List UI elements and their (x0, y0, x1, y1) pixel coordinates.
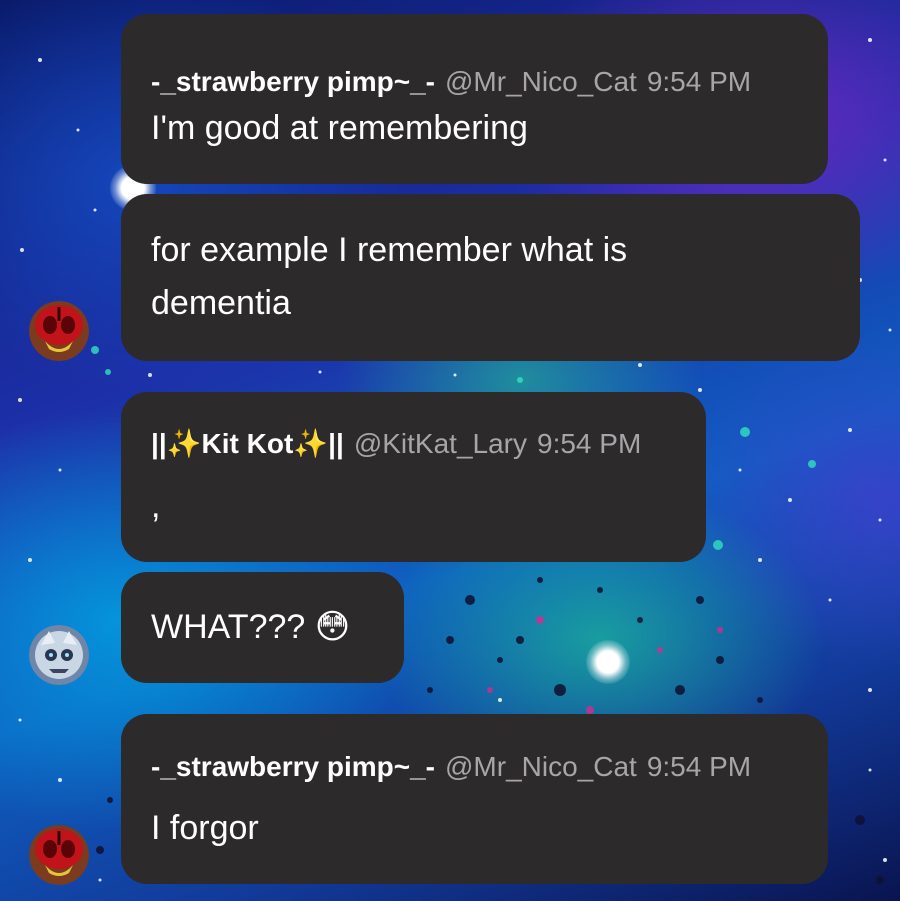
message-bubble[interactable]: -_strawberry pimp~_- @Mr_Nico_Cat 9:54 PM … (121, 14, 828, 184)
timestamp: 9:54 PM (646, 66, 752, 97)
message-header: -_strawberry pimp~_- @Mr_Nico_Cat 9:54 PM (151, 66, 751, 98)
message-text: I'm good at remembering (151, 109, 528, 147)
message-text: WHAT??? 😳 (151, 608, 351, 646)
user-handle[interactable]: @Mr_Nico_Cat (445, 66, 637, 97)
timestamp: 9:54 PM (646, 751, 752, 782)
kitkat-avatar-icon[interactable] (29, 625, 89, 685)
strawberry-avatar-icon[interactable] (29, 825, 89, 885)
message-bubble[interactable]: WHAT??? 😳 (121, 572, 404, 683)
message-bubble[interactable]: for example I remember what is dementia (121, 194, 860, 361)
message-text: , (151, 487, 161, 525)
message-text: I forgor (151, 809, 259, 847)
message-text: for example I remember what is dementia (151, 224, 627, 330)
message-text-line: for example I remember what is (151, 231, 628, 269)
message-bubble[interactable]: -_strawberry pimp~_- @Mr_Nico_Cat 9:54 PM … (121, 714, 828, 884)
user-handle[interactable]: @KitKat_Lary (354, 428, 527, 459)
strawberry-avatar-icon[interactable] (29, 301, 89, 361)
username[interactable]: -_strawberry pimp~_- (151, 751, 435, 782)
user-handle[interactable]: @Mr_Nico_Cat (445, 751, 637, 782)
message-text-line: dementia (151, 284, 291, 322)
username[interactable]: ||✨Kit Kot✨|| (151, 428, 344, 459)
timestamp: 9:54 PM (537, 428, 642, 459)
message-header: ||✨Kit Kot✨|| @KitKat_Lary 9:54 PM (151, 428, 641, 460)
bright-star (586, 640, 630, 684)
username[interactable]: -_strawberry pimp~_- (151, 66, 435, 97)
message-bubble[interactable]: ||✨Kit Kot✨|| @KitKat_Lary 9:54 PM , (121, 392, 706, 562)
message-header: -_strawberry pimp~_- @Mr_Nico_Cat 9:54 PM (151, 751, 751, 783)
